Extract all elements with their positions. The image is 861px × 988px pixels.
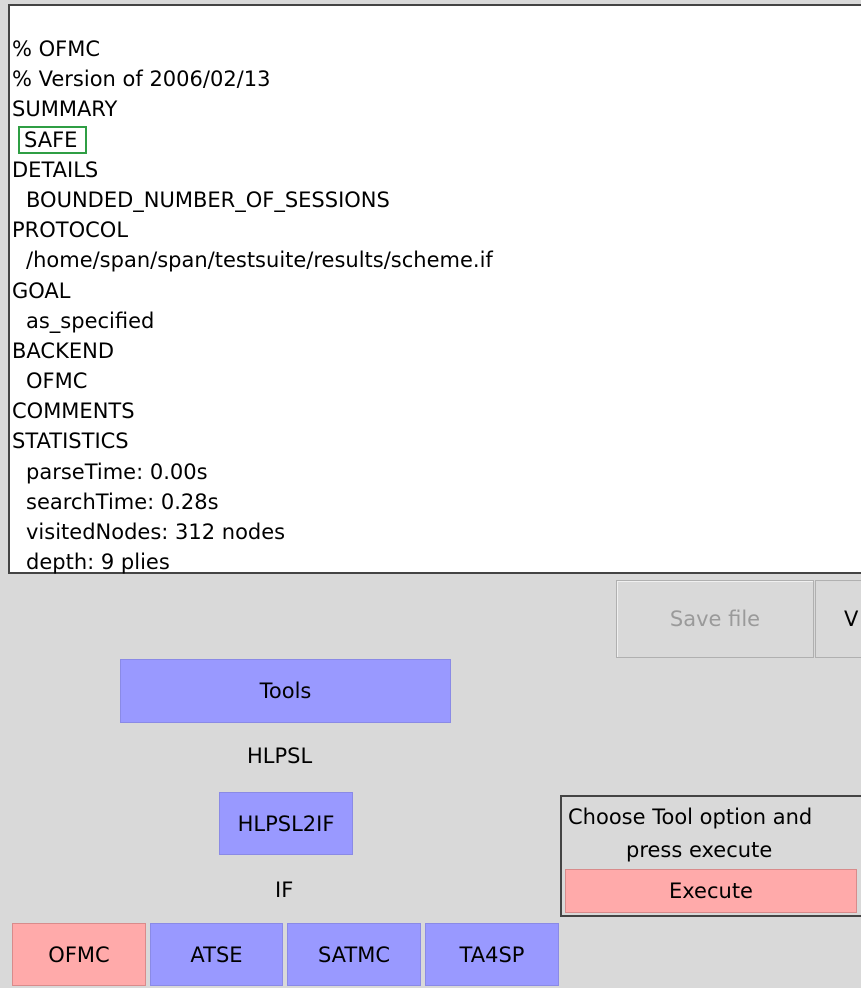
output-line: DETAILS xyxy=(12,157,99,182)
output-line: BOUNDED_NUMBER_OF_SESSIONS xyxy=(26,187,390,212)
output-line: COMMENTS xyxy=(12,399,135,424)
output-line: /home/span/span/testsuite/results/scheme… xyxy=(26,248,493,273)
execute-instructions: Choose Tool option and press execute xyxy=(568,805,813,862)
execute-button[interactable]: Execute xyxy=(565,869,857,913)
output-line: SUMMARY xyxy=(12,97,118,122)
output-line: STATISTICS xyxy=(12,429,129,454)
ofmc-backend-button[interactable]: OFMC xyxy=(12,923,146,986)
output-line: PROTOCOL xyxy=(12,218,129,243)
output-line-safe: SAFE xyxy=(12,125,493,155)
output-lines: % OFMC % Version of 2006/02/13 SUMMARY S… xyxy=(12,34,493,577)
save-file-button[interactable]: Save file xyxy=(616,580,814,658)
output-text-area[interactable]: % OFMC % Version of 2006/02/13 SUMMARY S… xyxy=(8,4,861,574)
output-line: depth: 9 plies xyxy=(26,550,170,575)
output-line: GOAL xyxy=(12,278,71,303)
view-button[interactable]: V xyxy=(815,580,861,658)
output-line: BACKEND xyxy=(12,338,114,363)
output-line: visitedNodes: 312 nodes xyxy=(26,520,286,544)
hlpsl-label: HLPSL xyxy=(247,744,313,768)
output-line: OFMC xyxy=(26,369,88,394)
output-line: % OFMC xyxy=(12,37,101,61)
output-line: searchTime: 0.28s xyxy=(26,489,219,514)
output-line: % Version of 2006/02/13 xyxy=(12,67,271,92)
atse-backend-button[interactable]: ATSE xyxy=(150,923,283,986)
ta4sp-backend-button[interactable]: TA4SP xyxy=(425,923,559,986)
output-line: parseTime: 0.00s xyxy=(26,459,208,484)
tools-button[interactable]: Tools xyxy=(120,659,451,723)
output-line: as_specified xyxy=(26,308,155,333)
safe-result-highlight: SAFE xyxy=(18,125,88,154)
satmc-backend-button[interactable]: SATMC xyxy=(287,923,421,986)
hlpsl2if-button[interactable]: HLPSL2IF xyxy=(219,792,353,855)
if-label: IF xyxy=(275,878,294,902)
